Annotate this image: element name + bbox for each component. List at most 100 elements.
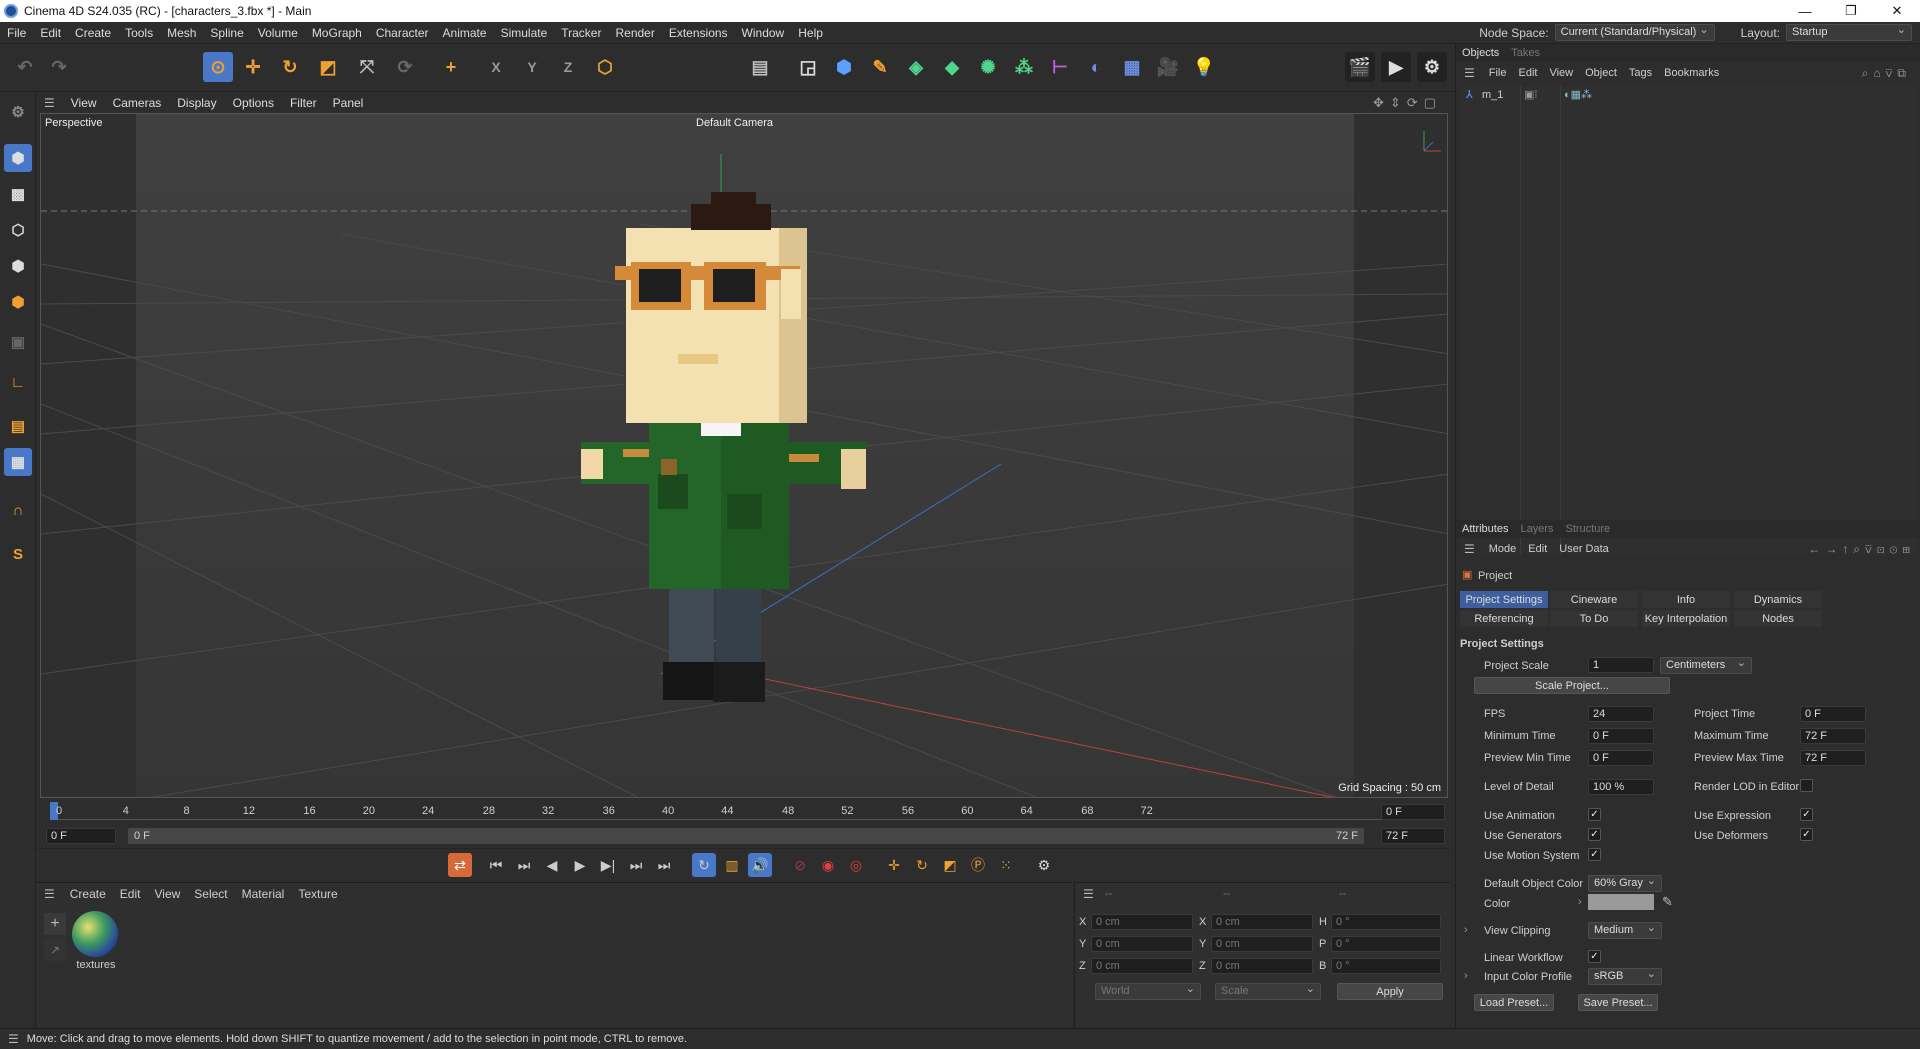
magnet-icon[interactable]: ∩ <box>4 496 32 524</box>
redo-icon[interactable]: ↷ <box>44 52 74 82</box>
viewport-menu-display[interactable]: Display <box>169 96 224 110</box>
object-tree[interactable]: ⅄ m_1 ▣⁞ ◐▦⁂ <box>1460 86 1917 554</box>
tab-takes[interactable]: Takes <box>1505 47 1546 59</box>
deformer-icon[interactable]: ⊢ <box>1045 52 1075 82</box>
end-frame-field[interactable]: 72 F <box>1381 828 1445 844</box>
loop-icon[interactable]: ↻ <box>692 853 716 877</box>
preview-min-input[interactable]: 0 F <box>1588 750 1654 766</box>
attributes-nav-icons[interactable]: ←→↑⌕⊽⊡⊙⊞ <box>1808 542 1915 557</box>
max-time-input[interactable]: 72 F <box>1800 728 1866 744</box>
attr-menu-userdata[interactable]: User Data <box>1553 543 1615 555</box>
workplane-icon[interactable]: ▤ <box>4 412 32 440</box>
menu-tools[interactable]: Tools <box>118 26 160 40</box>
viewport-menu-view[interactable]: View <box>63 96 105 110</box>
obj-menu-file[interactable]: File <box>1483 67 1513 79</box>
dope-sheet-icon[interactable]: ⇄ <box>448 853 472 877</box>
obj-menu-view[interactable]: View <box>1543 67 1579 79</box>
texture-mode-icon[interactable]: ▩ <box>4 180 32 208</box>
subtab-dynamics[interactable]: Dynamics <box>1734 591 1822 608</box>
viewport-menu-panel[interactable]: Panel <box>325 96 372 110</box>
menu-mograph[interactable]: MoGraph <box>305 26 369 40</box>
tab-attributes[interactable]: Attributes <box>1456 523 1514 535</box>
coord-rot-h[interactable]: 0 ° <box>1331 914 1441 930</box>
play-icon[interactable]: ▶ <box>568 853 592 877</box>
field-icon[interactable]: ◐ <box>1081 52 1111 82</box>
go-to-end-icon[interactable]: ⏭ <box>652 853 676 877</box>
key-scale-icon[interactable]: ◩ <box>938 853 962 877</box>
key-param-icon[interactable]: Ⓟ <box>966 853 990 877</box>
subtab-info[interactable]: Info <box>1642 591 1730 608</box>
floor-icon[interactable]: ▦ <box>1117 52 1147 82</box>
sculpt-icon[interactable]: S <box>4 540 32 568</box>
timeline-settings-icon[interactable]: ⚙ <box>1032 853 1056 877</box>
coord-size-z[interactable]: 0 cm <box>1211 958 1313 974</box>
timeline[interactable]: 0 4 8 12 16 20 24 28 32 36 40 44 48 52 5… <box>36 798 1450 848</box>
status-hamburger-icon[interactable]: ☰ <box>0 1032 27 1046</box>
menu-create[interactable]: Create <box>68 26 118 40</box>
use-animation-checkbox[interactable]: ✓ <box>1588 808 1601 821</box>
subtab-key-interpolation[interactable]: Key Interpolation <box>1642 610 1730 627</box>
maximize-button[interactable]: ❐ <box>1828 0 1874 22</box>
subdivision-icon[interactable]: ◈ <box>901 52 931 82</box>
material-name[interactable]: textures <box>72 959 120 971</box>
node-space-dropdown[interactable]: Current (Standard/Physical) <box>1554 23 1715 41</box>
attr-menu-edit[interactable]: Edit <box>1522 543 1553 555</box>
key-position-icon[interactable]: ✛ <box>882 853 906 877</box>
save-preset-button[interactable]: Save Preset... <box>1578 994 1658 1011</box>
menu-mesh[interactable]: Mesh <box>160 26 203 40</box>
cube-icon[interactable]: ⬢ <box>829 52 859 82</box>
next-frame-icon[interactable]: ▶| <box>596 853 620 877</box>
fcurve-icon[interactable]: ▥ <box>720 853 744 877</box>
menu-render[interactable]: Render <box>608 26 661 40</box>
render-settings-icon[interactable]: ⚙ <box>1417 52 1447 82</box>
coord-size-y[interactable]: 0 cm <box>1211 936 1313 952</box>
menu-window[interactable]: Window <box>735 26 792 40</box>
uv-mode-icon[interactable]: ▣ <box>4 328 32 356</box>
attributes-hamburger-icon[interactable]: ☰ <box>1456 542 1483 556</box>
timeline-ruler[interactable]: 0 4 8 12 16 20 24 28 32 36 40 44 48 52 5… <box>50 802 1398 820</box>
material-thumbnail[interactable] <box>72 911 118 957</box>
attr-menu-mode[interactable]: Mode <box>1483 543 1523 555</box>
menu-spline[interactable]: Spline <box>203 26 250 40</box>
tab-structure[interactable]: Structure <box>1560 523 1617 535</box>
obj-menu-tags[interactable]: Tags <box>1623 67 1658 79</box>
obj-menu-object[interactable]: Object <box>1579 67 1623 79</box>
next-key-icon[interactable]: ⏭ <box>624 853 648 877</box>
fps-input[interactable]: 24 <box>1588 706 1654 722</box>
use-generators-checkbox[interactable]: ✓ <box>1588 828 1601 841</box>
viewport-hamburger-icon[interactable]: ☰ <box>36 96 63 110</box>
select-tool-icon[interactable]: ⊙ <box>203 52 233 82</box>
color-swatch[interactable] <box>1588 894 1654 910</box>
mograph-icon[interactable]: ⁂ <box>1009 52 1039 82</box>
project-scale-input[interactable]: 1 <box>1588 657 1654 673</box>
view-clipping-dropdown[interactable]: Medium <box>1588 921 1662 939</box>
polygons-mode-icon[interactable]: ⬢ <box>4 288 32 316</box>
undo-icon[interactable]: ↶ <box>10 52 40 82</box>
load-preset-button[interactable]: Load Preset... <box>1474 994 1554 1011</box>
coord-pos-x[interactable]: 0 cm <box>1091 914 1193 930</box>
spline-pen-icon[interactable]: ◲ <box>793 52 823 82</box>
material-link-icon[interactable]: ↗ <box>44 939 66 961</box>
tab-layers[interactable]: Layers <box>1514 523 1559 535</box>
mat-menu-create[interactable]: Create <box>63 887 113 901</box>
add-tool-icon[interactable]: + <box>436 52 466 82</box>
add-material-icon[interactable]: + <box>44 913 66 935</box>
camera-label[interactable]: Default Camera <box>696 117 773 129</box>
layout-dropdown[interactable]: Startup <box>1786 23 1912 41</box>
menu-file[interactable]: File <box>0 26 33 40</box>
project-time-input[interactable]: 0 F <box>1800 706 1866 722</box>
linear-workflow-checkbox[interactable]: ✓ <box>1588 950 1601 963</box>
autokey-icon[interactable]: ◎ <box>844 853 868 877</box>
model-mode-icon[interactable]: ⚙ <box>4 98 32 126</box>
autokey-off-icon[interactable]: ⊘ <box>788 853 812 877</box>
light-icon[interactable]: 💡 <box>1189 52 1219 82</box>
viewport-menu-cameras[interactable]: Cameras <box>105 96 170 110</box>
material-hamburger-icon[interactable]: ☰ <box>36 887 63 901</box>
render-view-icon[interactable]: ▶ <box>1381 52 1411 82</box>
move-tool-icon[interactable]: ✛ <box>238 52 268 82</box>
tab-objects[interactable]: Objects <box>1456 47 1505 59</box>
obj-menu-edit[interactable]: Edit <box>1513 67 1544 79</box>
points-mode-icon[interactable]: ⬡ <box>4 216 32 244</box>
subtab-project-settings[interactable]: Project Settings <box>1460 591 1548 608</box>
extrude-icon[interactable]: ◆ <box>937 52 967 82</box>
